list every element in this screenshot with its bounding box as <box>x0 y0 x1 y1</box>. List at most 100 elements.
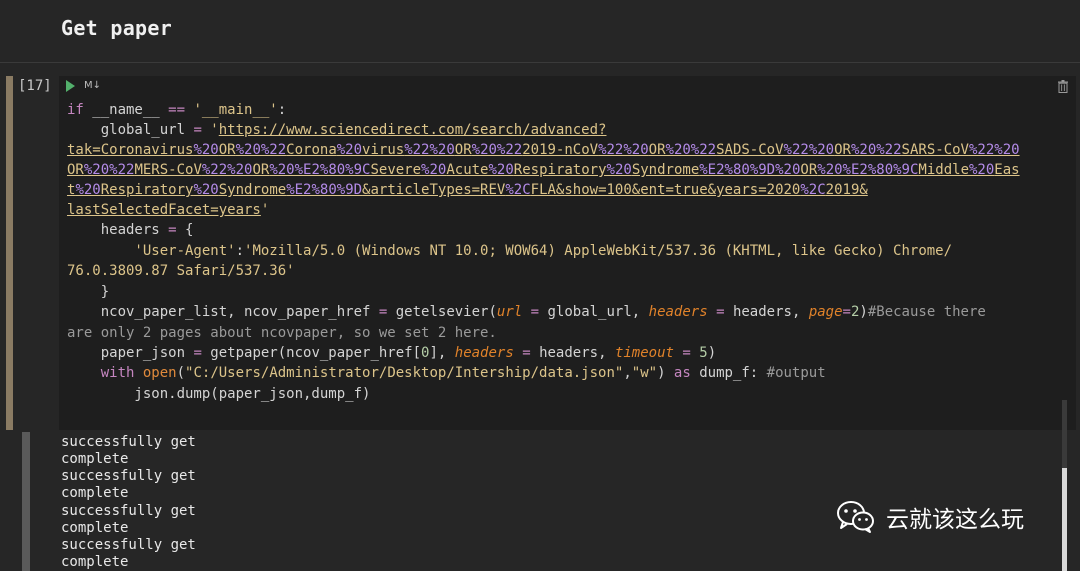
keyword-argument: headers <box>454 345 514 361</box>
markdown-heading: Get paper <box>61 16 173 40</box>
punctuation: ], <box>429 345 455 361</box>
url-escape: %20%E2%80%9C <box>817 162 919 178</box>
function-call: json.dump(paper_json,dump_f) <box>67 386 371 402</box>
identifier: headers, <box>732 304 809 320</box>
url-segment: 2019& <box>825 182 868 198</box>
keyword-argument: headers <box>648 304 708 320</box>
code-line[interactable]: OR%20%22MERS-CoV%22%20OR%20%E2%80%9CSeve… <box>67 160 1020 180</box>
code-line: lastSelectedFacet=years' <box>67 200 269 220</box>
url-segment: Syndrome <box>218 182 287 198</box>
output-line: complete <box>61 520 129 536</box>
string-literal: 'Mozilla/5.0 (Windows NT 10.0; WOW64) Ap… <box>244 243 953 259</box>
punctuation: { <box>176 222 194 238</box>
output-line: successfully get <box>61 434 196 450</box>
url-segment: &articleTypes=REV <box>362 182 506 198</box>
url-segment: SARS-CoV <box>901 142 969 158</box>
string-literal: "C:/Users/Administrator/Desktop/Intershi… <box>185 365 624 381</box>
output-line: complete <box>61 554 129 570</box>
url-segment: Eas <box>994 162 1020 178</box>
delete-cell-icon[interactable] <box>1058 80 1068 93</box>
url-segment: Acute <box>446 162 489 178</box>
url-escape: %20 <box>606 162 632 178</box>
url-segment: MERS-CoV <box>134 162 202 178</box>
output-line: complete <box>61 485 129 501</box>
url-escape: %20%22 <box>235 142 287 158</box>
url-segment: virus <box>362 142 405 158</box>
keyword-argument: timeout <box>614 345 674 361</box>
punctuation: : <box>235 243 245 259</box>
string-literal: ' <box>260 202 270 218</box>
string-literal: 76.0.3809.87 Safari/537.36' <box>67 263 295 279</box>
keyword-argument: url <box>496 304 523 320</box>
url-escape: %22%20 <box>598 142 649 158</box>
url-escape: %20%22 <box>850 142 902 158</box>
url-link[interactable]: lastSelectedFacet=years <box>67 202 261 218</box>
code-line: 'User-Agent':'Mozilla/5.0 (Windows NT 10… <box>67 241 952 261</box>
url-escape: %20%22 <box>665 142 717 158</box>
url-escape: %20 <box>193 182 219 198</box>
code-line: json.dump(paper_json,dump_f) <box>67 384 370 404</box>
string-literal: ' <box>201 122 219 138</box>
url-segment: OR <box>252 162 270 178</box>
operator: = <box>522 304 548 320</box>
code-line[interactable]: tak=Coronavirus%20OR%20%22Corona%20virus… <box>67 140 1020 160</box>
url-escape: %20 <box>969 162 995 178</box>
code-editor[interactable]: if __name__ == '__main__': global_url = … <box>59 98 1076 430</box>
operator: = <box>673 345 700 361</box>
url-segment: tak=Coronavirus <box>67 142 194 158</box>
url-segment: OR <box>454 142 472 158</box>
url-escape: %22%20 <box>404 142 455 158</box>
cell-type-badge[interactable]: M↓ <box>84 80 101 91</box>
url-escape: %20%E2%80%9C <box>269 162 371 178</box>
builtin-function: open <box>134 365 177 381</box>
url-segment: Corona <box>286 142 337 158</box>
code-line: ncov_paper_list, ncov_paper_href = getel… <box>67 302 986 322</box>
url-segment: OR <box>648 142 666 158</box>
url-segment: Middle <box>918 162 969 178</box>
keyword-with: with <box>67 365 135 381</box>
number-literal: 5 <box>699 345 708 361</box>
url-escape: %20 <box>421 162 447 178</box>
url-segment: OR <box>67 162 84 178</box>
comment: #Because there <box>867 304 986 320</box>
punctuation: ( <box>176 365 186 381</box>
comment: #output <box>766 365 826 381</box>
code-line: if __name__ == '__main__': <box>67 100 286 120</box>
output-line: successfully get <box>61 537 196 553</box>
code-line: paper_json = getpaper(ncov_paper_href[0]… <box>67 343 716 363</box>
code-line[interactable]: t%20Respiratory%20Syndrome%E2%80%9D&arti… <box>67 180 868 200</box>
function-call: getelsevier( <box>387 304 497 320</box>
operator: = <box>513 345 540 361</box>
code-line: global_url = 'https://www.sciencedirect.… <box>67 120 607 140</box>
url-segment: Severe <box>370 162 422 178</box>
output-scrollbar-thumb[interactable] <box>1062 468 1067 571</box>
markdown-cell[interactable]: Get paper <box>0 0 1080 62</box>
watermark: 云就该这么玩 <box>836 500 1024 534</box>
url-segment: SADS-CoV <box>716 142 784 158</box>
url-segment: OR <box>800 162 818 178</box>
punctuation: : <box>277 102 287 118</box>
identifier: paper_json <box>67 345 194 361</box>
output-collapse-bar[interactable] <box>22 432 30 571</box>
url-escape: %22%20 <box>201 162 253 178</box>
url-link[interactable]: https://www.sciencedirect.com/search/adv… <box>219 122 607 138</box>
url-escape: %20 <box>336 142 363 158</box>
punctuation: , <box>623 365 632 381</box>
notebook-page: Get paper [17] M↓ if __name__ == '__main… <box>0 0 1080 571</box>
operator: = <box>842 304 851 320</box>
punctuation: ) <box>707 345 717 361</box>
keyword-argument: page <box>808 304 843 320</box>
identifier: ncov_paper_list, ncov_paper_href <box>67 304 379 320</box>
url-escape: %20 <box>75 182 101 198</box>
run-cell-icon[interactable] <box>66 80 75 92</box>
identifier: global_url <box>67 122 194 138</box>
url-escape: %22%20 <box>968 142 1020 158</box>
url-segment: FLA&show=100&ent=true&years=2020 <box>530 182 801 198</box>
url-segment: 2019-nCoV <box>522 142 599 158</box>
cell-selection-bar[interactable] <box>6 76 13 430</box>
punctuation: } <box>67 284 110 300</box>
punctuation: ) <box>859 304 868 320</box>
identifier: global_url, <box>547 304 649 320</box>
url-escape: %2C <box>505 182 531 198</box>
url-escape: %20 <box>488 162 514 178</box>
